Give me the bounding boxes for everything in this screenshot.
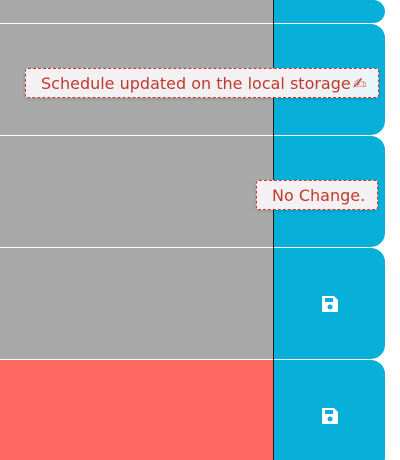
save-button[interactable] [274, 248, 385, 359]
schedule-row-field[interactable] [0, 136, 273, 247]
toast-message: Schedule updated on the local storage [41, 74, 351, 93]
save-button[interactable] [274, 360, 385, 460]
toast-no-change: No Change. [256, 180, 378, 210]
floppy-disk-save-icon [320, 294, 340, 314]
writing-hand-icon: ✍ [352, 74, 367, 93]
schedule-row-field[interactable] [0, 248, 273, 359]
floppy-disk-save-icon [320, 406, 340, 426]
toast-message: No Change. [272, 186, 366, 205]
schedule-row-field[interactable] [0, 0, 273, 23]
save-button[interactable] [274, 0, 385, 23]
toast-schedule-updated: Schedule updated on the local storage ✍ [25, 68, 379, 98]
schedule-row-field-error[interactable] [0, 360, 273, 460]
schedule-screen: Schedule updated on the local storage ✍ N… [0, 0, 400, 460]
